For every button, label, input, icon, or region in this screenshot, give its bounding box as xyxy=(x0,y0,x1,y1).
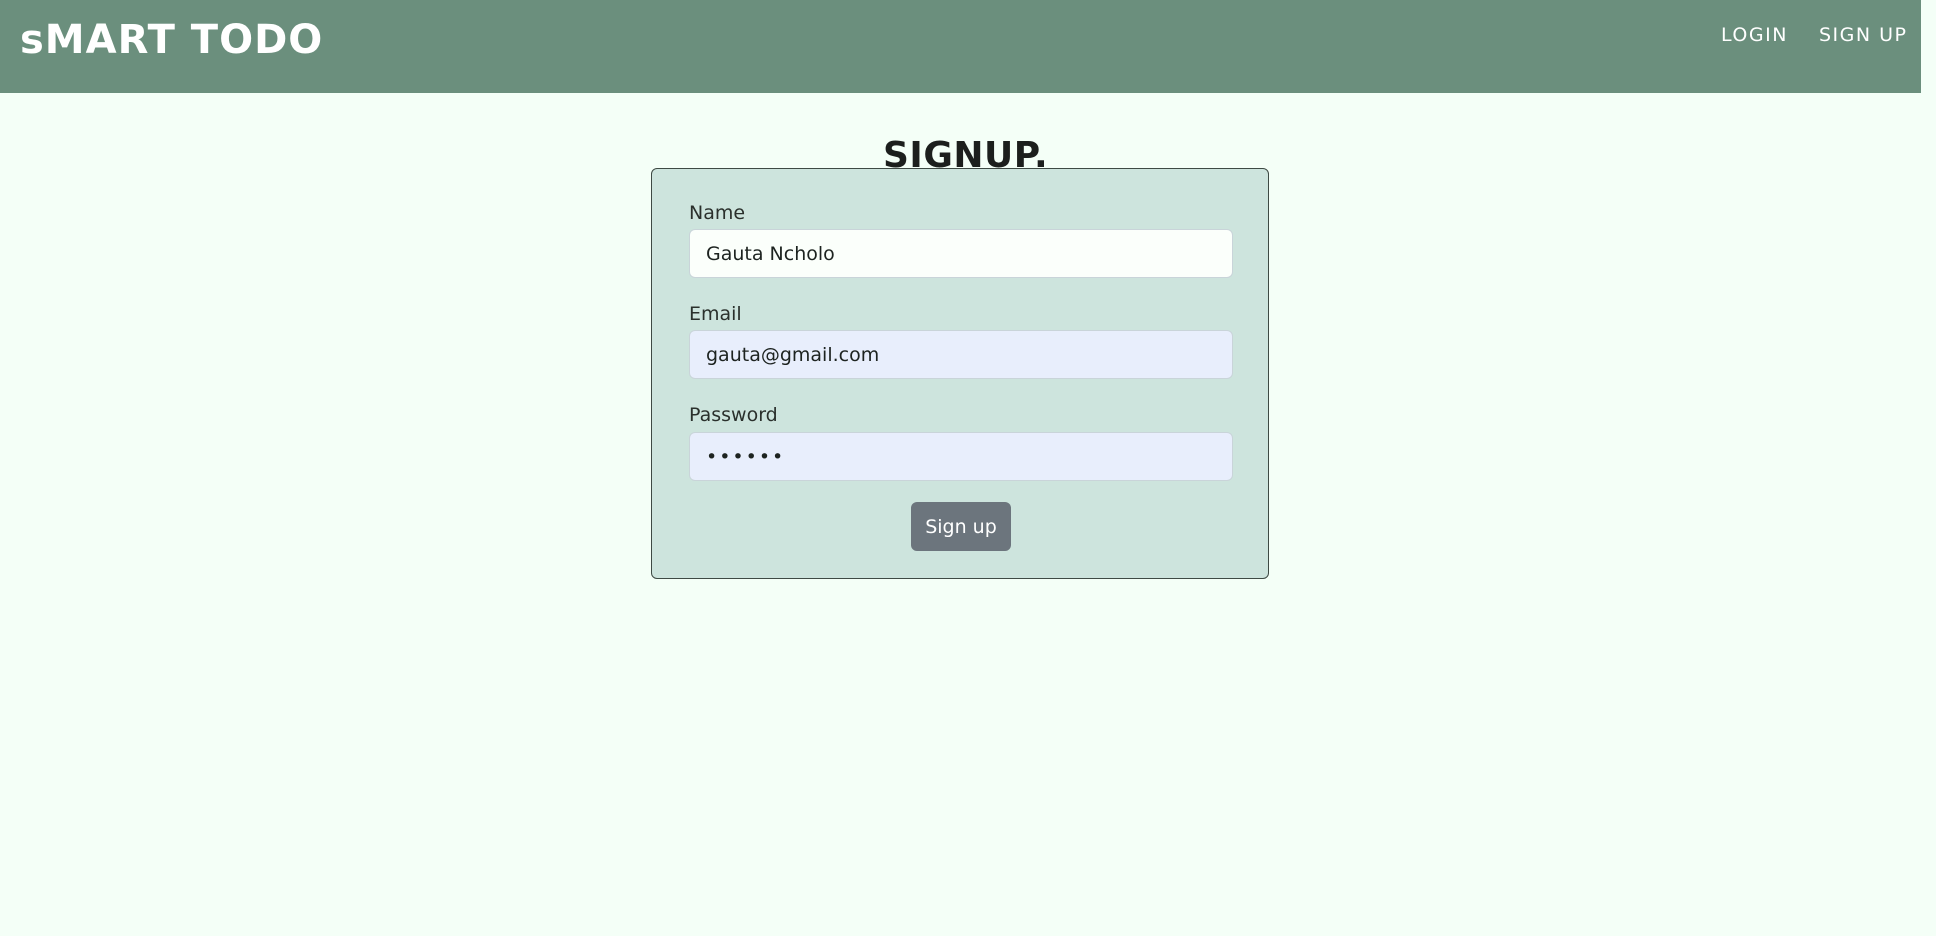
nav-links: LOGIN SIGN UP xyxy=(1711,22,1921,50)
password-input[interactable] xyxy=(689,432,1233,481)
brand-logo[interactable]: sMART TODO xyxy=(20,18,323,62)
nav-login-link[interactable]: LOGIN xyxy=(1721,22,1788,48)
name-input[interactable] xyxy=(689,229,1233,278)
signup-form: Name Email Password Sign up xyxy=(651,168,1269,579)
password-label: Password xyxy=(689,404,778,426)
nav-signup-link[interactable]: SIGN UP xyxy=(1819,22,1908,48)
email-label: Email xyxy=(689,303,742,325)
email-input[interactable] xyxy=(689,330,1233,379)
top-navbar: sMART TODO LOGIN SIGN UP xyxy=(0,0,1921,93)
name-label: Name xyxy=(689,202,746,224)
signup-button[interactable]: Sign up xyxy=(911,502,1011,551)
